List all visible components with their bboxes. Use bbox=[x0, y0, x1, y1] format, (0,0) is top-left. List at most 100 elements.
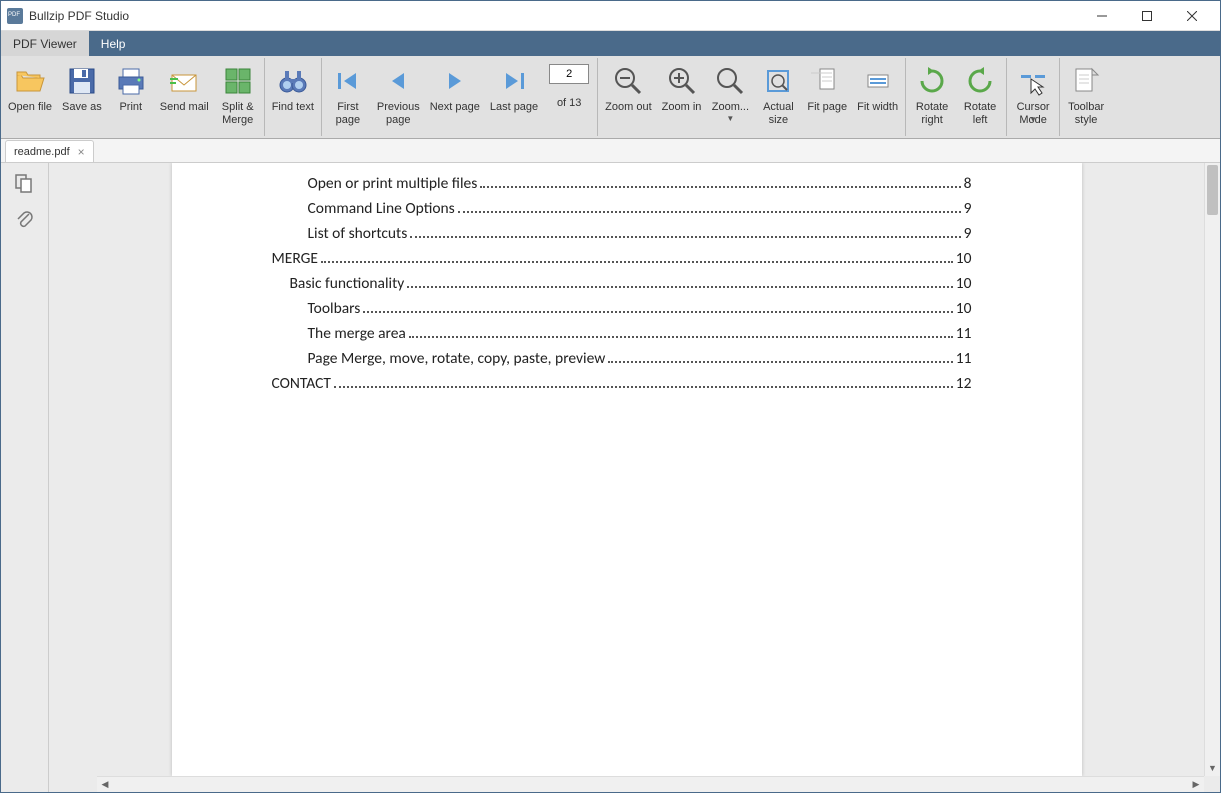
toc-entry: Basic functionality 10 bbox=[290, 274, 972, 293]
toc-leader bbox=[409, 336, 953, 338]
toc-page-number: 8 bbox=[964, 174, 972, 193]
rotate-left-button[interactable]: Rotate left bbox=[956, 60, 1004, 136]
tabbar: readme.pdf × bbox=[1, 139, 1220, 163]
scroll-right-arrow[interactable]: ▶ bbox=[1188, 777, 1204, 792]
titlebar: Bullzip PDF Studio bbox=[1, 1, 1220, 31]
document-tab[interactable]: readme.pdf × bbox=[5, 140, 94, 162]
toolbar-style-icon bbox=[1070, 65, 1102, 97]
toc-page-number: 10 bbox=[956, 299, 972, 318]
toc-text: MERGE bbox=[272, 249, 318, 268]
toolbar: Open file Save as Print Send mail Split … bbox=[1, 56, 1220, 139]
toc-text: Open or print multiple files bbox=[308, 174, 478, 193]
attachments-button[interactable] bbox=[14, 209, 36, 231]
toc-leader bbox=[321, 261, 953, 263]
cursor-icon bbox=[1017, 65, 1049, 97]
previous-page-icon bbox=[382, 65, 414, 97]
zoom-out-icon bbox=[612, 65, 644, 97]
print-button[interactable]: Print bbox=[107, 60, 155, 136]
toc-page-number: 10 bbox=[956, 274, 972, 293]
split-merge-button[interactable]: Split & Merge bbox=[214, 60, 262, 136]
binoculars-icon bbox=[277, 65, 309, 97]
toc-page-number: 9 bbox=[964, 224, 972, 243]
toc-text: Toolbars bbox=[308, 299, 361, 318]
tab-label: readme.pdf bbox=[14, 146, 70, 158]
menu-help[interactable]: Help bbox=[89, 31, 138, 56]
toc-page-number: 11 bbox=[956, 324, 972, 343]
toc-text: List of shortcuts bbox=[308, 224, 408, 243]
next-page-button[interactable]: Next page bbox=[425, 60, 485, 136]
window-title: Bullzip PDF Studio bbox=[29, 9, 1079, 23]
scroll-left-arrow[interactable]: ◀ bbox=[97, 777, 113, 792]
first-page-icon bbox=[332, 65, 364, 97]
maximize-button[interactable] bbox=[1124, 1, 1169, 30]
page-count-label: of 13 bbox=[557, 97, 581, 109]
horizontal-scrollbar[interactable]: ◀ ▶ bbox=[97, 776, 1204, 792]
chevron-down-icon: ▼ bbox=[726, 114, 734, 123]
last-page-button[interactable]: Last page bbox=[485, 60, 543, 136]
toc-entry: Toolbars 10 bbox=[308, 299, 972, 318]
toc-text: Page Merge, move, rotate, copy, paste, p… bbox=[308, 349, 606, 368]
toc-text: CONTACT bbox=[272, 374, 332, 393]
open-file-button[interactable]: Open file bbox=[3, 60, 57, 136]
toc-entry: Open or print multiple files 8 bbox=[308, 174, 972, 193]
toolbar-style-button[interactable]: Toolbar style bbox=[1062, 60, 1110, 136]
first-page-button[interactable]: First page bbox=[324, 60, 372, 136]
previous-page-button[interactable]: Previous page bbox=[372, 60, 425, 136]
tab-close-button[interactable]: × bbox=[78, 145, 85, 159]
toc-leader bbox=[363, 311, 952, 313]
toc-page-number: 10 bbox=[956, 249, 972, 268]
rotate-left-icon bbox=[964, 65, 996, 97]
thumbnails-button[interactable] bbox=[14, 173, 36, 195]
close-button[interactable] bbox=[1169, 1, 1214, 30]
zoom-icon bbox=[714, 65, 746, 97]
toc-entry: List of shortcuts 9 bbox=[308, 224, 972, 243]
zoom-dropdown-button[interactable]: Zoom... ▼ bbox=[706, 60, 754, 136]
last-page-icon bbox=[498, 65, 530, 97]
fit-page-icon bbox=[811, 65, 843, 97]
send-mail-button[interactable]: Send mail bbox=[155, 60, 214, 136]
zoom-out-button[interactable]: Zoom out bbox=[600, 60, 656, 136]
save-as-button[interactable]: Save as bbox=[57, 60, 107, 136]
rotate-right-icon bbox=[916, 65, 948, 97]
envelope-icon bbox=[168, 65, 200, 97]
floppy-disk-icon bbox=[66, 65, 98, 97]
find-text-button[interactable]: Find text bbox=[267, 60, 319, 136]
printer-icon bbox=[115, 65, 147, 97]
actual-size-button[interactable]: Actual size bbox=[754, 60, 802, 136]
toc-entry: Page Merge, move, rotate, copy, paste, p… bbox=[308, 349, 972, 368]
toc-entry: The merge area 11 bbox=[308, 324, 972, 343]
rotate-right-button[interactable]: Rotate right bbox=[908, 60, 956, 136]
zoom-in-button[interactable]: Zoom in bbox=[657, 60, 707, 136]
vertical-scrollbar[interactable]: ▲ ▼ bbox=[1204, 163, 1220, 776]
toc-entry: CONTACT 12 bbox=[272, 374, 972, 393]
menubar: PDF Viewer Help bbox=[1, 31, 1220, 56]
fit-page-button[interactable]: Fit page bbox=[802, 60, 852, 136]
chevron-down-icon: ▼ bbox=[1029, 115, 1037, 124]
toc-page-number: 12 bbox=[956, 374, 972, 393]
menu-pdf-viewer[interactable]: PDF Viewer bbox=[1, 31, 89, 56]
fit-width-button[interactable]: Fit width bbox=[852, 60, 903, 136]
page-area[interactable]: Open or print multiple files 8 Command Lin… bbox=[49, 163, 1204, 776]
scroll-down-arrow[interactable]: ▼ bbox=[1205, 760, 1220, 776]
sidebar bbox=[1, 163, 49, 792]
minimize-button[interactable] bbox=[1079, 1, 1124, 30]
toc-leader bbox=[458, 211, 961, 213]
toc-text: The merge area bbox=[308, 324, 406, 343]
toc-page-number: 11 bbox=[956, 349, 972, 368]
next-page-icon bbox=[439, 65, 471, 97]
fit-width-icon bbox=[862, 65, 894, 97]
toc-leader bbox=[334, 386, 953, 388]
cursor-mode-button[interactable]: Cursor Mode ▼ bbox=[1009, 60, 1057, 136]
split-merge-icon bbox=[222, 65, 254, 97]
app-icon bbox=[7, 8, 23, 24]
toc-text: Basic functionality bbox=[290, 274, 405, 293]
toc-entry: MERGE 10 bbox=[272, 249, 972, 268]
current-page-input[interactable] bbox=[549, 64, 589, 84]
vscroll-thumb[interactable] bbox=[1207, 165, 1218, 215]
viewer: Open or print multiple files 8 Command Lin… bbox=[49, 163, 1220, 792]
toc-entry: Command Line Options9 bbox=[308, 199, 972, 218]
pdf-page: Open or print multiple files 8 Command Lin… bbox=[172, 163, 1082, 776]
actual-size-icon bbox=[762, 65, 794, 97]
toc-leader bbox=[410, 236, 960, 238]
toc-page-number: 9 bbox=[964, 199, 972, 218]
